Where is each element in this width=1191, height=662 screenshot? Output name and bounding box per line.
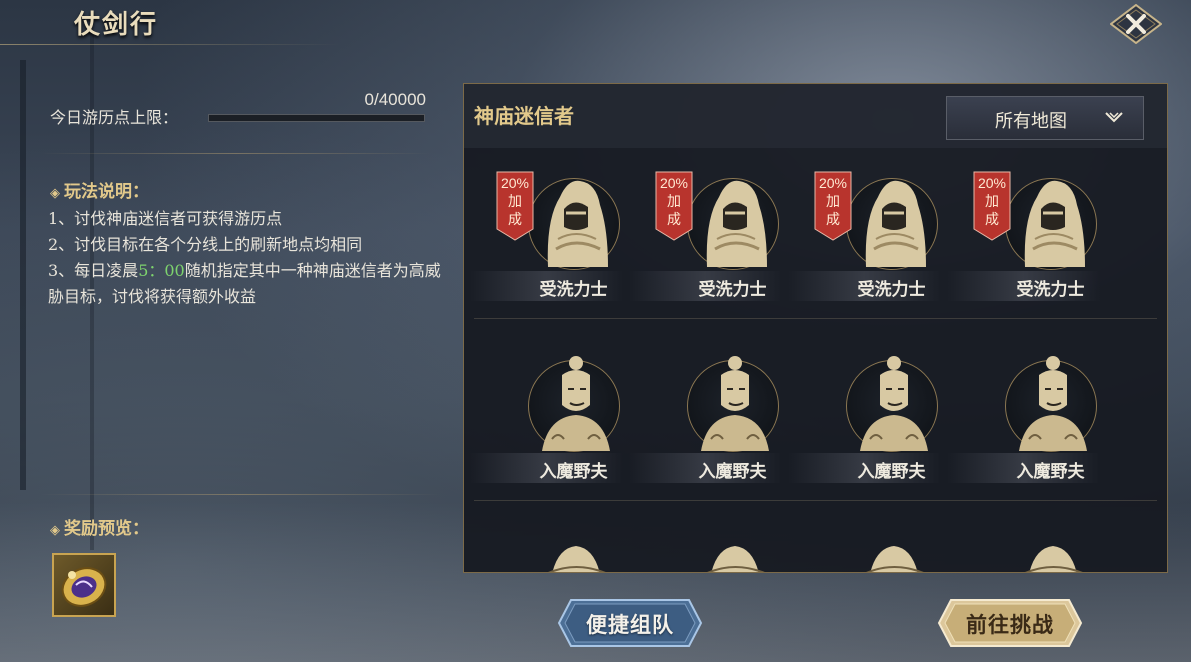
- bonus-percent: 20%: [659, 175, 689, 191]
- daily-limit-progress-bar: [208, 114, 425, 122]
- bonus-badge: 20% 加成: [973, 171, 1011, 241]
- divider: [40, 153, 430, 154]
- target-card-partial: [528, 534, 622, 572]
- bonus-text-2: 成: [667, 211, 681, 227]
- target-portrait: [846, 356, 938, 452]
- row-separator: [474, 500, 1157, 501]
- portrait-partial-icon: [866, 546, 924, 572]
- portrait-partial-icon: [1025, 546, 1083, 572]
- bonus-badge: 20% 加成: [655, 171, 693, 241]
- bonus-badge: 20% 加成: [496, 171, 534, 241]
- rules-title: 玩法说明：: [64, 182, 149, 202]
- target-card[interactable]: 受洗力士 20% 加成: [464, 148, 623, 308]
- map-filter-dropdown[interactable]: 所有地图: [946, 96, 1144, 140]
- target-name: 受洗力士: [857, 280, 926, 300]
- target-portrait: [1005, 178, 1097, 270]
- panel-title: 神庙迷信者: [474, 104, 574, 128]
- bonus-text-2: 成: [508, 211, 522, 227]
- bonus-text-2: 成: [985, 211, 999, 227]
- bonus-percent: 20%: [818, 175, 848, 191]
- target-card[interactable]: 入魔野夫: [464, 330, 623, 490]
- go-challenge-label: 前往挑战: [966, 612, 1054, 637]
- target-portrait: [687, 178, 779, 270]
- jade-token-icon: [61, 567, 107, 607]
- rules-text: 1、讨伐神庙迷信者可获得游历点 2、讨伐目标在各个分线上的刷新地点均相同 3、每…: [48, 206, 448, 310]
- daily-limit-value: 0/40000: [364, 90, 426, 109]
- target-portrait: [1005, 356, 1097, 452]
- target-name: 受洗力士: [539, 280, 608, 300]
- reward-title: 奖励预览：: [64, 519, 149, 539]
- target-card[interactable]: 受洗力士 20% 加成: [941, 148, 1100, 308]
- chevron-down-icon: [1105, 112, 1123, 123]
- close-button[interactable]: [1109, 3, 1163, 45]
- target-card[interactable]: 受洗力士 20% 加成: [623, 148, 782, 308]
- quick-team-button[interactable]: 便捷组队: [557, 598, 703, 648]
- target-card-partial: [1005, 534, 1099, 572]
- bonus-text-1: 加: [667, 193, 681, 209]
- divider: [40, 494, 440, 495]
- bonus-text-1: 加: [985, 193, 999, 209]
- bonus-percent: 20%: [977, 175, 1007, 191]
- bun-haired-man-portrait-icon: [701, 356, 769, 451]
- bonus-badge: 20% 加成: [814, 171, 852, 241]
- go-challenge-button[interactable]: 前往挑战: [937, 598, 1083, 648]
- bun-haired-man-portrait-icon: [1019, 356, 1087, 451]
- bun-haired-man-portrait-icon: [860, 356, 928, 451]
- daily-limit-label: 今日游历点上限：: [50, 108, 179, 127]
- diamond-bullet-icon: ◈: [50, 186, 60, 201]
- hooded-warrior-portrait-icon: [547, 180, 608, 267]
- target-card[interactable]: 入魔野夫: [782, 330, 941, 490]
- bun-haired-man-portrait-icon: [542, 356, 610, 451]
- target-name: 入魔野夫: [1016, 462, 1085, 482]
- target-portrait: [528, 356, 620, 452]
- target-portrait: [846, 178, 938, 270]
- bonus-text-1: 加: [826, 193, 840, 209]
- rules-heading: ◈ 玩法说明：: [50, 177, 149, 202]
- close-x-icon: [1109, 3, 1163, 45]
- target-card[interactable]: 入魔野夫: [623, 330, 782, 490]
- hooded-warrior-portrait-icon: [1024, 180, 1085, 267]
- target-portrait: [687, 356, 779, 452]
- target-portrait: [528, 178, 620, 270]
- map-filter-value: 所有地图: [995, 111, 1067, 132]
- target-name: 入魔野夫: [539, 462, 608, 482]
- hooded-warrior-portrait-icon: [706, 180, 767, 267]
- quick-team-label: 便捷组队: [586, 612, 674, 637]
- row-separator: [474, 318, 1157, 319]
- rule-line: 2、讨伐目标在各个分线上的刷新地点均相同: [48, 235, 363, 254]
- target-list-panel: 神庙迷信者 所有地图 受洗力士 20% 加成受洗力士 20% 加成受洗力士 20% 加成受洗…: [463, 83, 1168, 573]
- target-card-partial: [687, 534, 781, 572]
- portrait-partial-icon: [548, 546, 606, 572]
- reward-heading: ◈ 奖励预览：: [50, 514, 149, 539]
- portrait-partial-icon: [707, 546, 765, 572]
- bonus-text-2: 成: [826, 211, 840, 227]
- rule-time-highlight: 5：00: [138, 261, 185, 280]
- page-title: 仗剑行: [74, 10, 159, 40]
- hooded-warrior-portrait-icon: [865, 180, 926, 267]
- reward-item[interactable]: [52, 553, 116, 617]
- rule-line: 3、每日凌晨5：00随机指定其中一种神庙迷信者为高威胁目标，讨伐将获得额外收益: [48, 258, 448, 310]
- background-bamboo: [20, 60, 26, 490]
- target-card[interactable]: 受洗力士 20% 加成: [782, 148, 941, 308]
- bonus-percent: 20%: [500, 175, 530, 191]
- target-name: 受洗力士: [1016, 280, 1085, 300]
- target-card[interactable]: 入魔野夫: [941, 330, 1100, 490]
- target-card-partial: [846, 534, 940, 572]
- rule-line-prefix: 3、每日凌晨: [48, 261, 139, 280]
- target-name: 入魔野夫: [698, 462, 767, 482]
- rule-line: 1、讨伐神庙迷信者可获得游历点: [48, 209, 283, 228]
- panel-header: 神庙迷信者 所有地图: [464, 84, 1167, 148]
- target-name: 受洗力士: [698, 280, 767, 300]
- target-name: 入魔野夫: [857, 462, 926, 482]
- title-underline: [0, 44, 340, 45]
- bonus-text-1: 加: [508, 193, 522, 209]
- diamond-bullet-icon: ◈: [50, 523, 60, 538]
